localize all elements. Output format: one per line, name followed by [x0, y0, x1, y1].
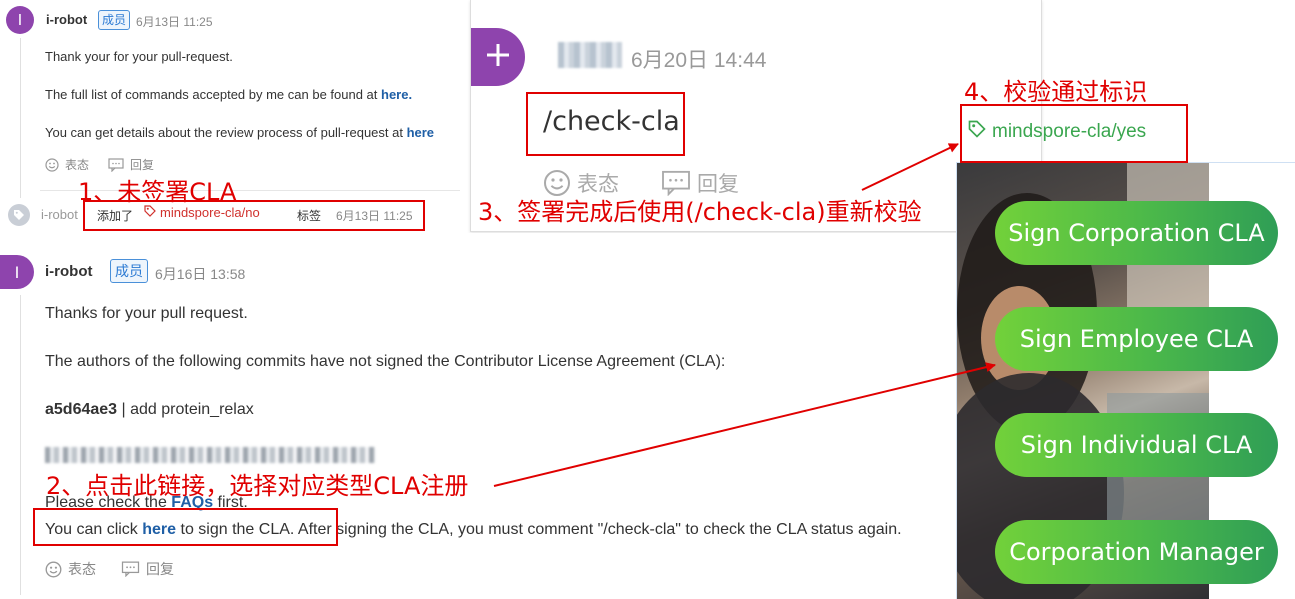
- react-button[interactable]: 表态: [45, 156, 89, 173]
- comment-time: 6月16日 13:58: [155, 266, 246, 282]
- event-actor[interactable]: i-robot: [41, 207, 78, 222]
- reply-icon: [108, 157, 124, 172]
- react-button[interactable]: 表态: [45, 559, 96, 579]
- annotation-step4: 4、校验通过标识: [964, 78, 1148, 106]
- event-tag-icon: [8, 204, 30, 226]
- avatar[interactable]: [471, 28, 525, 86]
- commands-link[interactable]: here.: [381, 87, 412, 102]
- reply-label: 回复: [130, 158, 155, 172]
- member-badge: 成员: [98, 10, 130, 30]
- thread-line: [20, 295, 21, 595]
- reply-button[interactable]: 回复: [121, 559, 174, 579]
- comment-time: 6月13日 11:25: [136, 15, 213, 29]
- username[interactable]: i-robot: [45, 263, 92, 280]
- highlight-check-cla-comment: [526, 92, 685, 156]
- review-process-link[interactable]: here: [407, 125, 434, 140]
- blurred-authors: [45, 447, 375, 463]
- avatar[interactable]: I: [0, 255, 34, 289]
- reply-button[interactable]: 回复: [108, 156, 154, 173]
- comment-line-3: You can get details about the review pro…: [45, 125, 435, 140]
- smile-icon: [45, 561, 62, 578]
- screenshot-collage: I i-robot 成员 6月13日 11:25 Thank your for …: [0, 0, 1295, 599]
- comment-line-2: The authors of the following commits hav…: [45, 353, 726, 370]
- annotation-step1: 1、未签署CLA: [78, 178, 237, 206]
- sign-corporation-cla-button[interactable]: Sign Corporation CLA: [995, 201, 1278, 265]
- corporation-manager-button[interactable]: Corporation Manager: [995, 520, 1278, 584]
- annotation-step2: 2、点击此链接，选择对应类型CLA注册: [46, 472, 469, 500]
- thread-line: [20, 38, 21, 198]
- react-label: 表态: [68, 561, 96, 577]
- username-blurred: [558, 42, 622, 68]
- sign-employee-cla-button[interactable]: Sign Employee CLA: [995, 307, 1278, 371]
- comment-time: 6月20日 14:44: [631, 49, 767, 72]
- smile-icon: [45, 157, 59, 172]
- highlight-sign-link: [33, 508, 338, 546]
- plus-icon: [484, 41, 512, 74]
- cla-sign-panel: Sign Corporation CLA Sign Employee CLA S…: [956, 162, 1295, 599]
- comment-line-1: Thank your for your pull-request.: [45, 49, 233, 64]
- comment-line-2: The full list of commands accepted by me…: [45, 87, 413, 102]
- comment-line-1: Thanks for your pull request.: [45, 305, 248, 322]
- react-label: 表态: [65, 158, 90, 172]
- member-badge: 成员: [110, 259, 148, 283]
- commit-hash[interactable]: a5d64ae3: [45, 401, 117, 418]
- reply-label: 回复: [146, 561, 174, 577]
- highlight-cla-yes-label: [960, 104, 1188, 163]
- commit-line: a5d64ae3 | add protein_relax: [45, 401, 254, 418]
- username[interactable]: i-robot: [46, 12, 87, 27]
- reply-icon: [121, 561, 140, 577]
- sign-individual-cla-button[interactable]: Sign Individual CLA: [995, 413, 1278, 477]
- avatar[interactable]: I: [6, 6, 34, 34]
- annotation-step3: 3、签署完成后使用(/check-cla)重新校验: [478, 198, 922, 226]
